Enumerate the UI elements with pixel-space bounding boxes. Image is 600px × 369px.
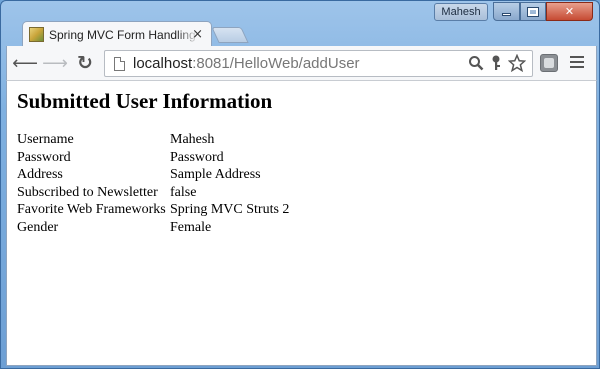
url-text[interactable]: localhost:8081/HelloWeb/addUser bbox=[133, 55, 360, 72]
maximize-button[interactable] bbox=[520, 2, 546, 21]
row-label: Favorite Web Frameworks bbox=[17, 202, 166, 218]
page-icon bbox=[114, 56, 125, 71]
maximize-icon bbox=[527, 6, 539, 17]
forward-arrow-icon[interactable]: ⟶ bbox=[42, 52, 68, 74]
star-icon[interactable] bbox=[508, 54, 526, 72]
close-window-button[interactable]: ✕ bbox=[546, 2, 593, 21]
hamburger-menu-icon[interactable] bbox=[570, 56, 584, 71]
minimize-button[interactable] bbox=[493, 2, 520, 21]
active-tab[interactable]: Spring MVC Form Handling × bbox=[22, 21, 212, 47]
row-label: Gender bbox=[17, 219, 59, 235]
tab-title: Spring MVC Form Handling bbox=[49, 27, 196, 42]
minimize-icon bbox=[502, 13, 511, 16]
table-row: Favorite Web Frameworks Spring MVC Struts… bbox=[17, 201, 289, 219]
row-label: Subscribed to Newsletter bbox=[17, 184, 158, 200]
extension-icon[interactable] bbox=[540, 54, 558, 72]
row-label: Password bbox=[17, 149, 71, 165]
page-title: Submitted User Information bbox=[17, 89, 273, 113]
tab-close-icon[interactable]: × bbox=[192, 27, 203, 42]
browser-window: Mahesh ✕ Spring MVC Form Handling × ⟵ ⟶ … bbox=[0, 0, 600, 369]
user-info-table: Username Mahesh Password Password Address S… bbox=[17, 131, 289, 237]
row-label: Username bbox=[17, 132, 74, 147]
omnibox-actions bbox=[468, 54, 526, 72]
profile-badge[interactable]: Mahesh bbox=[434, 3, 488, 21]
row-value: false bbox=[170, 184, 197, 200]
url-host: localhost bbox=[133, 55, 193, 72]
toolbar: ⟵ ⟶ ↻ localhost:8081/HelloWeb/addUser bbox=[6, 46, 597, 81]
url-path: :8081/HelloWeb/addUser bbox=[192, 55, 360, 72]
row-value: Sample Address bbox=[170, 167, 261, 183]
key-icon[interactable] bbox=[490, 55, 502, 71]
back-arrow-icon[interactable]: ⟵ bbox=[12, 52, 38, 74]
magnifier-icon[interactable] bbox=[468, 55, 484, 71]
row-label: Address bbox=[17, 167, 63, 183]
reload-icon[interactable]: ↻ bbox=[73, 52, 97, 74]
row-value: Female bbox=[170, 219, 212, 235]
table-row: Gender Female bbox=[17, 219, 289, 237]
close-icon: ✕ bbox=[564, 5, 575, 18]
table-row: Address Sample Address bbox=[17, 166, 289, 184]
page-content: Submitted User Information Username Mahes… bbox=[6, 81, 597, 366]
window-controls: ✕ bbox=[493, 2, 593, 22]
table-row: Subscribed to Newsletter false bbox=[17, 184, 289, 202]
address-bar[interactable]: localhost:8081/HelloWeb/addUser bbox=[104, 50, 533, 77]
table-row: Password Password bbox=[17, 149, 289, 167]
row-value: Spring MVC Struts 2 bbox=[170, 202, 290, 218]
row-value: Mahesh bbox=[170, 132, 215, 147]
row-value: Password bbox=[170, 149, 224, 165]
table-row: Username Mahesh bbox=[17, 131, 289, 149]
new-tab-button[interactable] bbox=[211, 27, 249, 43]
favicon-icon bbox=[29, 27, 44, 42]
